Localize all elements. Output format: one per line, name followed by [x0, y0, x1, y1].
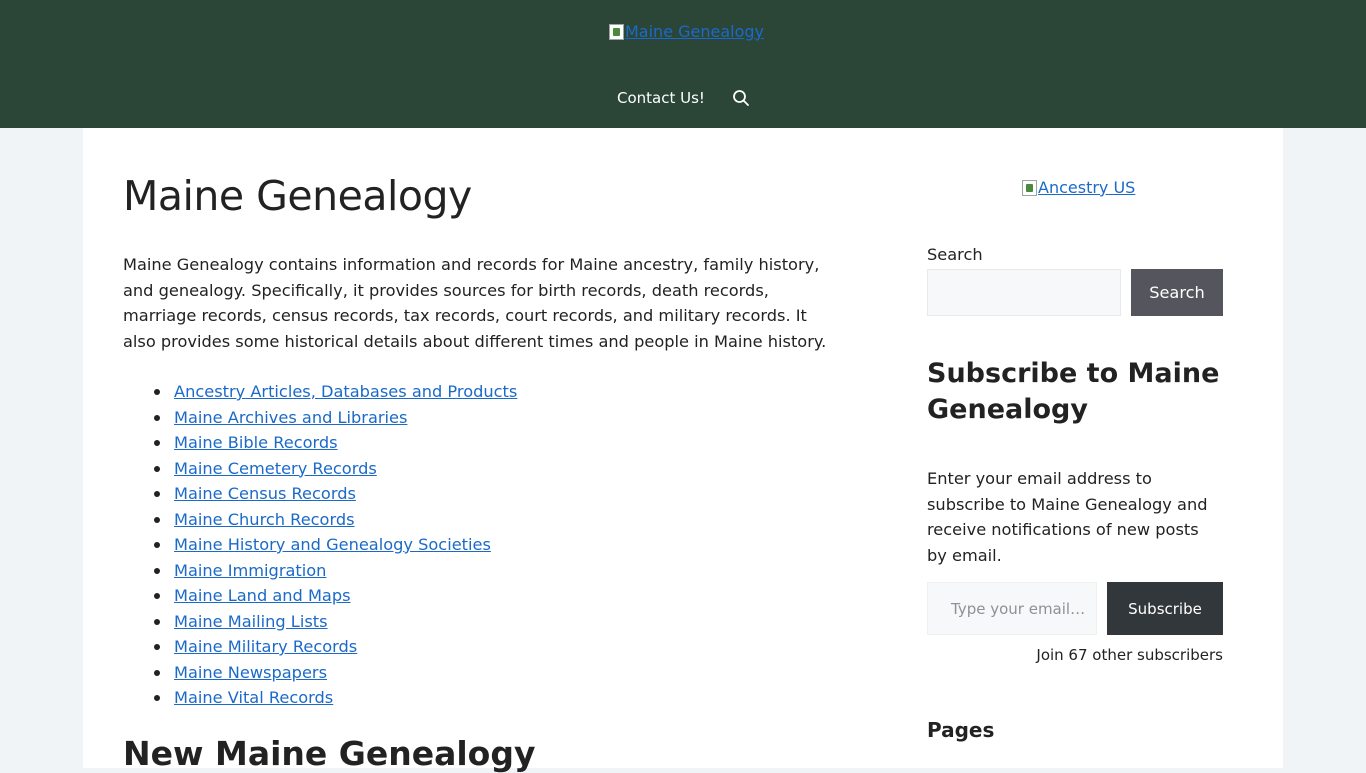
list-item: Maine Mailing Lists: [123, 609, 843, 635]
record-link[interactable]: Maine Land and Maps: [174, 586, 351, 605]
search-input[interactable]: [927, 269, 1121, 316]
list-item: Maine Immigration: [123, 558, 843, 584]
list-item: Maine Church Records: [123, 507, 843, 533]
record-link[interactable]: Maine Bible Records: [174, 433, 338, 452]
list-item: Maine Census Records: [123, 481, 843, 507]
page-title: Maine Genealogy: [123, 172, 472, 220]
subscribe-button[interactable]: Subscribe: [1107, 582, 1223, 635]
record-link[interactable]: Ancestry Articles, Databases and Product…: [174, 382, 517, 401]
search-label: Search: [927, 245, 983, 264]
record-link[interactable]: Maine Military Records: [174, 637, 357, 656]
broken-image-icon: [609, 23, 624, 40]
section-heading: New Maine Genealogy: [123, 734, 536, 773]
record-links-list: Ancestry Articles, Databases and Product…: [123, 379, 843, 711]
record-link[interactable]: Maine Mailing Lists: [174, 612, 328, 631]
site-header: Maine Genealogy Contact Us!: [0, 0, 1366, 128]
sidebar: Ancestry US Search Search Subscribe to M…: [927, 128, 1223, 768]
record-link[interactable]: Maine Census Records: [174, 484, 356, 503]
site-logo-alt-text[interactable]: Maine Genealogy: [625, 22, 764, 41]
ancestry-ad-link[interactable]: Ancestry US: [1022, 178, 1135, 197]
pages-heading: Pages: [927, 718, 995, 742]
broken-image-icon: [1022, 179, 1037, 196]
record-link[interactable]: Maine Immigration: [174, 561, 326, 580]
main-navigation: Contact Us!: [0, 84, 1366, 114]
intro-paragraph: Maine Genealogy contains information and…: [123, 255, 827, 351]
list-item: Maine History and Genealogy Societies: [123, 532, 843, 558]
record-link[interactable]: Maine History and Genealogy Societies: [174, 535, 491, 554]
record-link[interactable]: Maine Newspapers: [174, 663, 327, 682]
list-item: Maine Cemetery Records: [123, 456, 843, 482]
content-container: Maine Genealogy Maine Genealogy contains…: [83, 128, 1283, 773]
list-item: Maine Military Records: [123, 634, 843, 660]
subscribe-heading: Subscribe to Maine Genealogy: [927, 358, 1220, 425]
record-link[interactable]: Maine Vital Records: [174, 688, 333, 707]
list-item: Ancestry Articles, Databases and Product…: [123, 379, 843, 405]
list-item: Maine Bible Records: [123, 430, 843, 456]
record-link[interactable]: Maine Archives and Libraries: [174, 408, 407, 427]
list-item: Maine Archives and Libraries: [123, 405, 843, 431]
search-icon[interactable]: [732, 89, 750, 107]
email-field[interactable]: Type your email…: [927, 582, 1097, 635]
list-item: Maine Vital Records: [123, 685, 843, 711]
list-item: Maine Land and Maps: [123, 583, 843, 609]
nav-item-contact[interactable]: Contact Us!: [617, 89, 705, 107]
record-link[interactable]: Maine Cemetery Records: [174, 459, 377, 478]
list-item: Maine Newspapers: [123, 660, 843, 686]
site-logo-link[interactable]: Maine Genealogy: [609, 22, 764, 41]
ancestry-ad-alt-text[interactable]: Ancestry US: [1038, 178, 1135, 197]
subscribe-description: Enter your email address to subscribe to…: [927, 469, 1208, 565]
subscriber-count: Join 67 other subscribers: [1036, 646, 1223, 664]
search-button[interactable]: Search: [1131, 269, 1223, 316]
record-link[interactable]: Maine Church Records: [174, 510, 355, 529]
